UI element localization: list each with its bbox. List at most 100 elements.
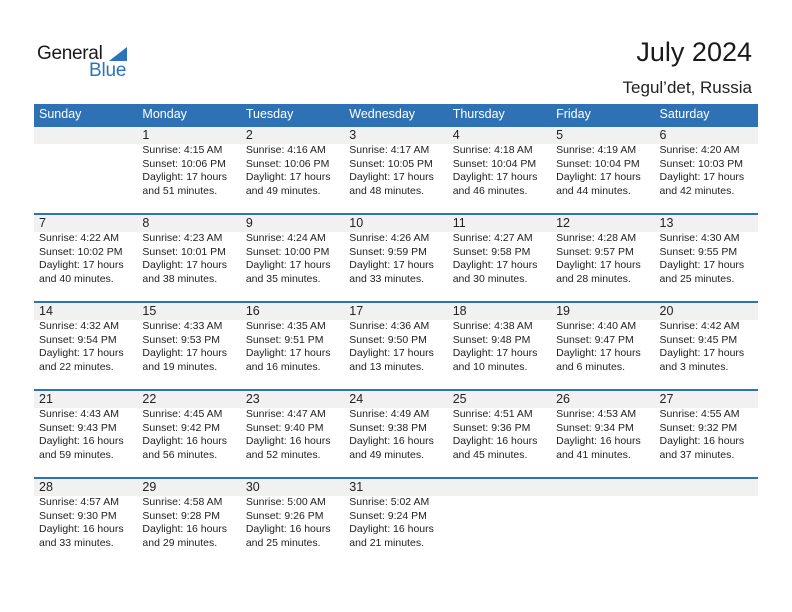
daylight-minutes-text: and 48 minutes. (349, 184, 424, 197)
day-cell: 10 Sunrise: 4:26 AM Sunset: 9:59 PM Dayligh… (344, 215, 447, 286)
week-cells: 1 Sunrise: 4:15 AM Sunset: 10:06 PM Dayligh… (34, 127, 758, 198)
day-number: 14 (39, 304, 53, 318)
daylight-minutes-text: and 25 minutes. (245, 536, 321, 549)
daylight-text: Daylight: 16 hours (245, 523, 331, 535)
day-number: 16 (245, 304, 260, 318)
day-cell: 11 Sunrise: 4:27 AM Sunset: 9:58 PM Dayligh… (448, 215, 551, 286)
empty-day-cell (655, 479, 758, 550)
day-cell: 29 Sunrise: 4:58 AM Sunset: 9:28 PM Dayligh… (137, 479, 240, 550)
week-cells: 28 Sunrise: 4:57 AM Sunset: 9:30 PM Dayligh… (34, 479, 758, 550)
week-cells: 14 Sunrise: 4:32 AM Sunset: 9:54 PM Dayligh… (34, 303, 758, 374)
day-cell: 16 Sunrise: 4:35 AM Sunset: 9:51 PM Dayligh… (241, 303, 344, 374)
day-number: 18 (452, 304, 467, 318)
daylight-text: Daylight: 17 hours (245, 259, 331, 271)
day-cell: 21 Sunrise: 4:43 AM Sunset: 9:43 PM Dayligh… (34, 391, 137, 462)
daylight-text: Daylight: 16 hours (142, 523, 228, 535)
day-cell: 6 Sunrise: 4:20 AM Sunset: 10:03 PM Dayligh… (655, 127, 758, 198)
day-number: 4 (452, 128, 460, 142)
sunset-text: Sunset: 9:43 PM (39, 421, 117, 434)
sunset-text: Sunset: 9:58 PM (452, 245, 531, 258)
day-number: 17 (349, 304, 364, 318)
sunset-text: Sunset: 9:47 PM (556, 333, 634, 346)
daylight-text: Daylight: 16 hours (556, 435, 641, 447)
day-number: 7 (39, 216, 46, 230)
daylight-minutes-text: and 22 minutes. (39, 360, 114, 373)
day-cell: 17 Sunrise: 4:36 AM Sunset: 9:50 PM Dayligh… (344, 303, 447, 374)
week-row: 21 Sunrise: 4:43 AM Sunset: 9:43 PM Dayligh… (34, 389, 758, 477)
empty-day-cell (551, 479, 654, 550)
daylight-minutes-text: and 44 minutes. (556, 184, 631, 197)
week-row: 14 Sunrise: 4:32 AM Sunset: 9:54 PM Dayligh… (34, 301, 758, 389)
sunset-text: Sunset: 9:57 PM (556, 245, 634, 258)
day-cell: 30 Sunrise: 5:00 AM Sunset: 9:26 PM Dayligh… (241, 479, 344, 550)
sunrise-text: Sunrise: 4:20 AM (659, 144, 740, 156)
daylight-minutes-text: and 6 minutes. (556, 360, 625, 373)
day-cell: 26 Sunrise: 4:53 AM Sunset: 9:34 PM Dayligh… (551, 391, 654, 462)
sunrise-text: Sunrise: 5:00 AM (245, 496, 326, 508)
sunrise-text: Sunrise: 4:57 AM (39, 496, 119, 508)
daylight-minutes-text: and 19 minutes. (142, 360, 218, 373)
day-number: 13 (659, 216, 674, 230)
sunset-text: Sunset: 10:06 PM (245, 157, 330, 170)
day-number: 9 (245, 216, 253, 230)
sunrise-text: Sunrise: 4:16 AM (245, 144, 326, 156)
daylight-minutes-text: and 59 minutes. (39, 448, 114, 461)
day-cell: 2 Sunrise: 4:16 AM Sunset: 10:06 PM Dayligh… (241, 127, 344, 198)
sunset-text: Sunset: 9:26 PM (245, 509, 324, 522)
daylight-text: Daylight: 17 hours (39, 259, 124, 271)
daylight-minutes-text: and 35 minutes. (245, 272, 321, 285)
day-cell: 23 Sunrise: 4:47 AM Sunset: 9:40 PM Dayligh… (241, 391, 344, 462)
day-cell: 1 Sunrise: 4:15 AM Sunset: 10:06 PM Dayligh… (137, 127, 240, 198)
week-cells: 21 Sunrise: 4:43 AM Sunset: 9:43 PM Dayligh… (34, 391, 758, 462)
daylight-text: Daylight: 17 hours (142, 259, 228, 271)
day-number: 11 (452, 216, 466, 230)
sunset-text: Sunset: 10:05 PM (349, 157, 433, 170)
daylight-text: Daylight: 17 hours (452, 171, 538, 183)
sunset-text: Sunset: 10:03 PM (659, 157, 743, 170)
weekday-wednesday: Wednesday (349, 107, 416, 121)
sunset-text: Sunset: 9:45 PM (659, 333, 738, 346)
sunset-text: Sunset: 10:01 PM (142, 245, 226, 258)
daylight-minutes-text: and 37 minutes. (659, 448, 735, 461)
weeks-container: 1 Sunrise: 4:15 AM Sunset: 10:06 PM Dayligh… (34, 125, 758, 565)
day-cell: 25 Sunrise: 4:51 AM Sunset: 9:36 PM Dayligh… (448, 391, 551, 462)
empty-day-cell (448, 479, 551, 550)
daylight-text: Daylight: 16 hours (142, 435, 228, 447)
day-cell: 9 Sunrise: 4:24 AM Sunset: 10:00 PM Dayligh… (241, 215, 344, 286)
daylight-text: Daylight: 16 hours (39, 523, 124, 535)
day-cell: 7 Sunrise: 4:22 AM Sunset: 10:02 PM Dayligh… (34, 215, 137, 286)
day-number: 5 (556, 128, 564, 142)
day-cell: 27 Sunrise: 4:55 AM Sunset: 9:32 PM Dayligh… (655, 391, 758, 462)
day-number: 31 (349, 480, 364, 494)
sunset-text: Sunset: 9:42 PM (142, 421, 221, 434)
daylight-text: Daylight: 17 hours (142, 347, 228, 359)
day-cell: 12 Sunrise: 4:28 AM Sunset: 9:57 PM Dayligh… (551, 215, 654, 286)
day-number: 2 (245, 128, 253, 142)
sunset-text: Sunset: 9:59 PM (349, 245, 427, 258)
sunset-text: Sunset: 9:30 PM (39, 509, 117, 522)
day-number: 23 (245, 392, 260, 406)
logo-triangle-icon (109, 47, 127, 61)
daylight-minutes-text: and 33 minutes. (39, 536, 114, 549)
day-number: 27 (659, 392, 674, 406)
sunset-text: Sunset: 9:38 PM (349, 421, 427, 434)
day-cell: 8 Sunrise: 4:23 AM Sunset: 10:01 PM Dayligh… (137, 215, 240, 286)
sunset-text: Sunset: 9:53 PM (142, 333, 221, 346)
weekday-monday: Monday (142, 107, 187, 121)
daylight-text: Daylight: 17 hours (39, 347, 124, 359)
day-number: 20 (659, 304, 674, 318)
sunrise-text: Sunrise: 4:43 AM (39, 408, 119, 420)
daylight-minutes-text: and 28 minutes. (556, 272, 631, 285)
daylight-text: Daylight: 17 hours (349, 259, 434, 271)
logo: General Blue (37, 43, 137, 83)
daylight-minutes-text: and 21 minutes. (349, 536, 424, 549)
weekday-thursday: Thursday (452, 107, 505, 121)
daylight-minutes-text: and 3 minutes. (659, 360, 729, 373)
daylight-minutes-text: and 29 minutes. (142, 536, 218, 549)
day-number: 6 (659, 128, 667, 142)
day-number: 24 (349, 392, 364, 406)
sunrise-text: Sunrise: 4:45 AM (142, 408, 223, 420)
sunset-text: Sunset: 10:06 PM (142, 157, 226, 170)
sunrise-text: Sunrise: 4:19 AM (556, 144, 637, 156)
sunset-text: Sunset: 9:54 PM (39, 333, 117, 346)
